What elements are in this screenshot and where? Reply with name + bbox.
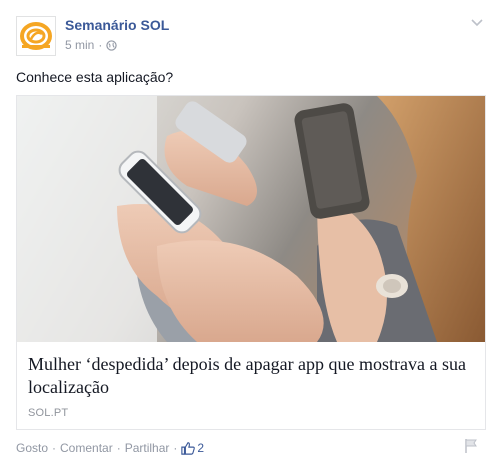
timestamp-link[interactable]: 5 min	[65, 38, 94, 52]
article-domain: SOL.PT	[28, 407, 69, 419]
thumbs-up-icon	[181, 442, 196, 455]
page-avatar[interactable]	[16, 16, 56, 56]
like-count-value: 2	[197, 441, 205, 455]
action-separator: ·	[173, 441, 178, 455]
facebook-post: Semanário SOL 5 min · Conhece esta aplic…	[0, 0, 495, 461]
action-separator: ·	[52, 441, 57, 455]
like-count[interactable]: 2	[181, 441, 204, 455]
flag-icon[interactable]	[463, 438, 479, 454]
post-message: Conhece esta aplicação?	[16, 69, 174, 85]
article-title[interactable]: Mulher ‘despedida’ depois de apagar app …	[28, 353, 478, 399]
share-link[interactable]: Partilhar	[125, 441, 170, 455]
like-link[interactable]: Gosto	[16, 441, 48, 455]
comment-link[interactable]: Comentar	[60, 441, 113, 455]
post-meta: 5 min ·	[65, 38, 118, 52]
action-separator: ·	[116, 441, 121, 455]
sol-logo-icon	[20, 20, 52, 52]
article-image[interactable]	[17, 96, 485, 342]
action-bar: Gosto · Comentar · Partilhar · 2	[16, 441, 204, 455]
globe-icon[interactable]	[106, 39, 118, 51]
meta-separator: ·	[98, 38, 103, 52]
link-preview-card[interactable]: Mulher ‘despedida’ depois de apagar app …	[16, 95, 486, 430]
page-name-link[interactable]: Semanário SOL	[65, 17, 169, 33]
chevron-down-icon[interactable]	[469, 14, 485, 30]
